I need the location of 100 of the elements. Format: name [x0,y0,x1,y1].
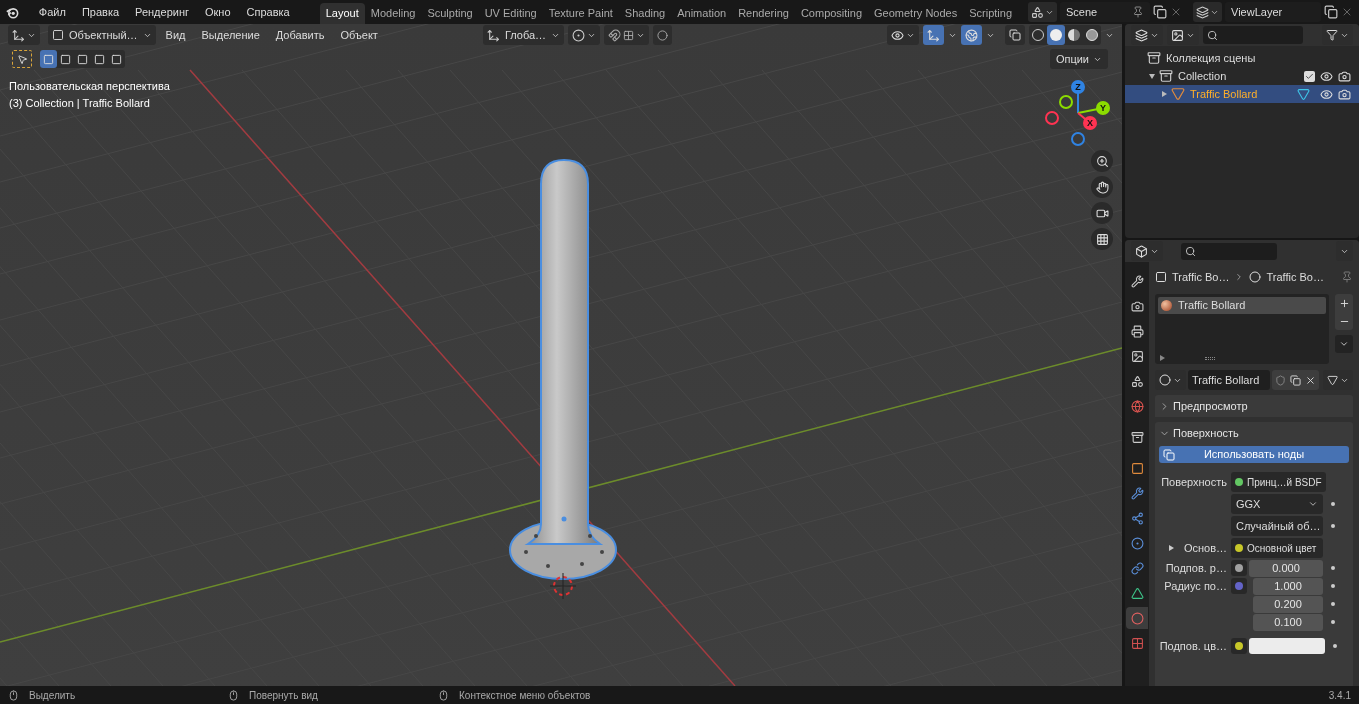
number-field[interactable]: 0.100 [1253,613,1323,631]
menu-item[interactable]: Файл [30,3,74,21]
menu-item[interactable]: Окно [197,3,239,21]
check-icon [1305,71,1314,81]
select-mode-button[interactable] [40,50,57,68]
editor-type-button[interactable] [8,25,40,45]
visibility-button[interactable] [887,25,919,45]
search-icon [1207,29,1218,41]
dropdown-field[interactable]: Случайный об… [1231,516,1323,536]
mouse-icon [228,689,239,701]
add-slot-button[interactable] [1335,294,1353,312]
view-layer-field[interactable]: ViewLayer [1225,2,1321,22]
render-camera-icon [1338,69,1351,83]
workspace-tab[interactable]: Texture Paint [542,3,619,24]
number-field[interactable]: 1.000 [1253,577,1323,595]
menu-item[interactable]: Рендеринг [127,3,197,21]
xray-button[interactable] [1005,25,1025,45]
scene-selector-button[interactable] [1028,2,1057,22]
image-stack-icon [1130,349,1144,363]
scene-field[interactable]: Scene [1060,2,1150,22]
number-field[interactable]: 0.000 [1249,559,1323,577]
exclude-checkbox[interactable] [1304,70,1315,82]
render-camera-icon [1338,87,1351,101]
gizmo-toggle[interactable] [923,25,944,45]
property-label: Поверхность [1160,474,1228,490]
snap-button[interactable] [604,25,650,45]
view-layer-icon [1171,28,1184,42]
collapsed-triangle-icon[interactable] [1161,91,1167,97]
property-label: Подпов. р… [1164,560,1228,576]
workspace-tab[interactable]: Layout [319,3,365,24]
select-mode-icon [111,53,122,65]
status-hint: Повернуть вид [249,688,318,703]
expand-triangle-icon[interactable] [1169,545,1174,551]
visibility-icon [1320,69,1333,83]
material-name-field[interactable]: Traffic Bollard [1188,370,1270,390]
remove-slot-button[interactable] [1335,312,1353,330]
material-slot[interactable]: Traffic Bollard [1158,297,1326,314]
expanded-triangle-icon[interactable] [1149,73,1155,79]
zoom-icon [1095,154,1109,168]
shading-button[interactable] [1047,25,1065,45]
workspace-tab[interactable]: Rendering [732,3,795,24]
use-nodes-button[interactable]: Использовать ноды [1159,446,1349,463]
panel-header[interactable]: Предпросмотр [1155,395,1353,417]
workspace-tab[interactable]: Sculpting [421,3,479,24]
menu-item[interactable]: Вид [159,26,192,44]
color-swatch[interactable] [1249,638,1325,654]
menu-item[interactable]: Правка [73,3,128,21]
socket-link-button[interactable]: Основной цвет [1231,538,1323,558]
material-icon [1249,271,1262,283]
view-layer-selector-button[interactable] [1193,2,1222,22]
menu-item[interactable]: Выделение [195,26,266,44]
select-tool-button[interactable] [12,50,32,68]
mesh-object-icon [1171,87,1185,101]
cursor-icon [16,53,28,65]
socket-link-button[interactable]: Принц…й BSDF [1231,472,1326,492]
outliner-row[interactable]: Traffic Bollard [1125,85,1359,103]
search-field[interactable] [1181,242,1277,260]
socket-link-button[interactable] [1231,638,1247,654]
workspace-tab[interactable]: Geometry Nodes [868,3,964,24]
orientation-dropdown[interactable]: Глоба… [482,25,565,45]
axes-icon [12,28,25,42]
pivot-button[interactable] [568,25,601,45]
panel-header[interactable]: Поверхность [1155,422,1353,444]
socket-link-button[interactable] [1231,560,1247,576]
overlay-toggle[interactable] [961,25,982,45]
expand-triangle-icon[interactable] [1160,355,1165,361]
mode-dropdown[interactable]: Объектный… [48,25,156,45]
outliner-label: Traffic Bollard [1190,86,1258,102]
outliner-row[interactable]: Коллекция сцены [1125,49,1359,67]
scene-icon [1031,5,1044,19]
workspace-tab[interactable]: Shading [618,3,672,24]
status-hint: Выделить [29,688,76,703]
proportional-edit-button[interactable] [653,25,673,45]
workspace-tab[interactable]: Animation [671,3,733,24]
collection-icon [1159,69,1173,83]
material-sphere-icon [1130,611,1144,625]
workspace-tab[interactable]: Modeling [364,3,422,24]
object-icon [1155,271,1167,283]
menu-item[interactable]: Объект [334,26,384,44]
close-icon [1341,6,1353,18]
menu-item[interactable]: Справка [238,3,298,21]
printer-icon [1130,324,1144,338]
resize-handle[interactable] [1204,356,1215,360]
outliner-row[interactable]: Collection [1125,67,1359,85]
physics-icon [1130,536,1144,550]
orientation-icon [486,28,500,42]
duplicate-icon [1290,374,1301,386]
workspace-tab[interactable]: Scripting [963,3,1018,24]
pin-icon [1132,6,1144,18]
viewport-info-text: (3) Collection | Traffic Bollard [9,96,150,111]
dropdown-field[interactable]: GGX [1231,494,1323,514]
workspace-tab[interactable]: UV Editing [478,3,543,24]
menu-item[interactable]: Добавить [269,26,331,44]
workspace-tab[interactable]: Compositing [794,3,869,24]
options-button[interactable]: Опции [1049,49,1108,69]
number-field[interactable]: 0.200 [1253,595,1323,613]
search-field[interactable] [1203,26,1303,44]
camera-back-icon [1130,299,1144,313]
mesh-data-icon [1297,87,1311,101]
globe-icon [1130,399,1144,413]
